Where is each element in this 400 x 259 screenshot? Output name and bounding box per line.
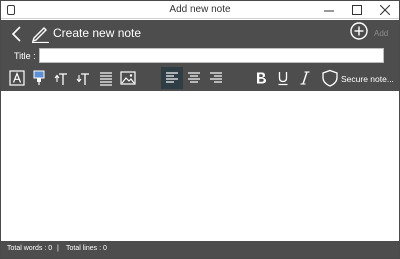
note-header: Create new note Add Title : Secure note.… [1,20,399,91]
close-icon [380,5,390,15]
minimize-icon [324,10,334,12]
align-left-icon [166,72,178,83]
title-input[interactable] [39,48,384,63]
highlight-button[interactable] [28,67,50,89]
line-count: Total lines : 0 [66,245,107,252]
back-arrow-icon [11,26,21,42]
align-center-button[interactable] [183,67,205,89]
maximize-icon [352,5,362,15]
format-toolbar: Secure note... [1,67,399,89]
pencil-icon [31,27,49,43]
word-count: Total words : 0 [7,245,53,252]
underline-icon [278,72,288,86]
underline-button[interactable] [272,67,294,89]
shield-icon [322,69,338,87]
secure-note-toggle[interactable]: Secure note... [321,69,397,89]
secure-note-label: Secure note... [341,74,394,84]
font-size-decrease-icon [76,73,89,85]
back-button[interactable] [10,25,24,43]
align-center-icon [188,72,200,83]
italic-button[interactable] [294,67,316,89]
align-left-button[interactable] [161,67,183,89]
minimize-button[interactable] [315,1,343,19]
bold-button[interactable] [250,67,272,89]
maximize-button[interactable] [343,1,371,19]
align-right-icon [210,72,222,83]
font-icon [9,70,25,86]
title-bar: Add new note [1,1,399,19]
status-bar: Total words : 0 | Total lines : 0 [1,241,399,258]
image-icon [120,71,136,85]
insert-image-button[interactable] [117,67,139,89]
note-editor[interactable] [1,91,399,241]
decrease-font-size-button[interactable] [72,67,94,89]
highlighter-icon [33,70,45,85]
font-size-increase-icon [54,73,67,85]
plus-circle-icon [350,22,368,40]
status-separator: | [57,245,59,252]
page-title: Create new note [53,26,142,40]
align-right-button[interactable] [205,67,227,89]
list-icon [100,72,112,86]
window: Add new note Create new note Add Title:… [0,0,400,259]
close-button[interactable] [371,1,399,19]
add-button[interactable]: Add [350,22,398,44]
italic-icon [300,71,310,85]
increase-font-size-button[interactable] [50,67,72,89]
bold-icon [257,72,266,84]
title-label: Title : [14,51,36,61]
add-label: Add [374,29,389,38]
list-button[interactable] [95,67,117,89]
font-button[interactable] [6,67,28,89]
